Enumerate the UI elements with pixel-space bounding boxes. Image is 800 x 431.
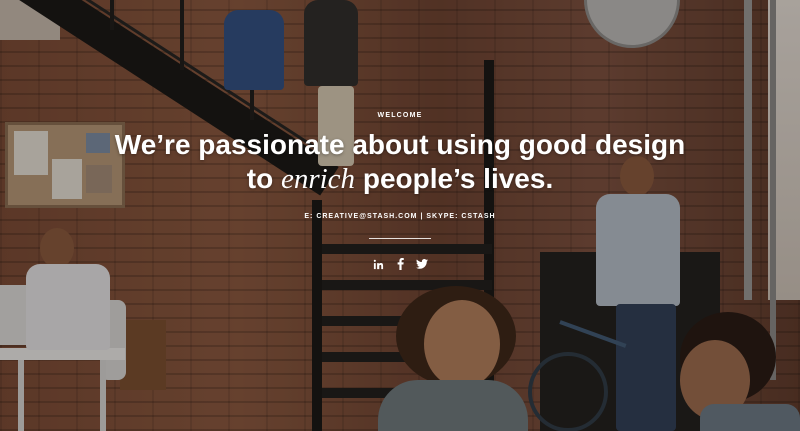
hero-content: WELCOME We’re passionate about using goo…	[0, 0, 800, 431]
eyebrow-label: WELCOME	[377, 112, 423, 119]
facebook-link[interactable]	[394, 257, 406, 271]
hero-headline: We’re passionate about using good design…	[0, 128, 800, 196]
linkedin-link[interactable]	[372, 257, 384, 271]
headline-line-1: We’re passionate about using good design	[114, 129, 686, 160]
twitter-link[interactable]	[416, 257, 428, 271]
twitter-icon	[416, 259, 428, 269]
headline-accent-word: enrich	[280, 163, 356, 195]
hero-section: WELCOME We’re passionate about using goo…	[0, 0, 800, 431]
headline-line-2-end: people’s lives.	[355, 163, 554, 194]
headline-line-2-start: to	[246, 163, 281, 194]
social-links	[0, 256, 800, 272]
divider	[369, 238, 431, 239]
facebook-icon	[397, 258, 404, 270]
contact-info: E: CREATIVE@STASH.COM | SKYPE: CSTASH	[304, 213, 496, 220]
linkedin-icon	[373, 259, 383, 269]
